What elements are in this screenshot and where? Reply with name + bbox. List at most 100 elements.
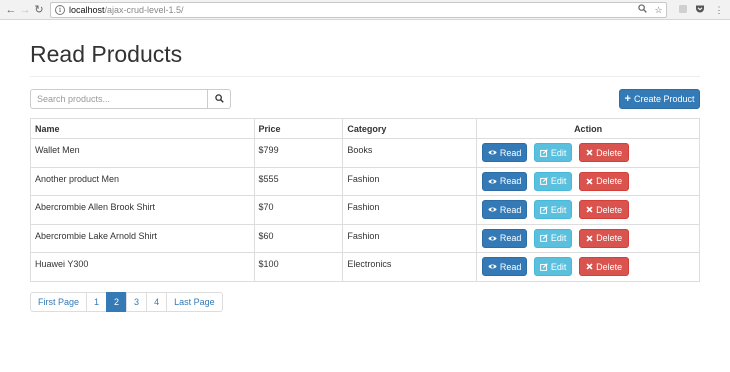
page-link[interactable]: 4 (146, 292, 168, 312)
forward-arrow-icon[interactable]: → (18, 3, 32, 17)
read-button[interactable]: Read (482, 228, 528, 248)
edit-label: Edit (550, 233, 567, 244)
product-actions: Read Edit Delete (476, 223, 700, 253)
create-product-button[interactable]: + Create Product (619, 89, 700, 109)
read-label: Read (499, 204, 522, 215)
product-category: Fashion (342, 195, 478, 225)
delete-button[interactable]: Delete (579, 200, 630, 220)
delete-label: Delete (596, 204, 623, 215)
edit-label: Edit (550, 204, 567, 215)
divider (30, 76, 700, 77)
edit-button[interactable]: Edit (534, 143, 573, 163)
table-row: Huawei Y300 $100 Electronics Read Edit Delete (30, 252, 700, 282)
product-price: $60 (253, 223, 344, 253)
url-path: /ajax-crud-level-1.5/ (104, 5, 184, 15)
eye-icon (488, 206, 497, 213)
search-icon (214, 93, 224, 105)
address-bar[interactable]: i localhost/ajax-crud-level-1.5/ ☆ (50, 2, 667, 18)
search-input[interactable] (30, 89, 208, 109)
back-arrow-icon[interactable]: ← (4, 3, 18, 17)
eye-icon (488, 263, 497, 270)
table-header-row: Name Price Category Action (30, 118, 700, 139)
create-product-label: Create Product (633, 94, 695, 104)
product-category: Electronics (342, 252, 478, 282)
close-icon (586, 263, 593, 270)
product-actions: Read Edit Delete (476, 195, 700, 225)
product-price: $799 (253, 138, 344, 168)
delete-button[interactable]: Delete (579, 228, 630, 248)
edit-button[interactable]: Edit (534, 228, 573, 248)
page-link[interactable]: 2 (106, 292, 128, 312)
edit-button[interactable]: Edit (534, 171, 573, 191)
product-name: Another product Men (30, 166, 255, 196)
read-label: Read (499, 147, 522, 158)
menu-dots-icon[interactable]: ⋮ (713, 4, 725, 16)
extension-icon[interactable] (677, 4, 689, 16)
table-row: Wallet Men $799 Books Read Edit Delete (30, 138, 700, 168)
product-price: $100 (253, 252, 344, 282)
read-button[interactable]: Read (482, 143, 528, 163)
table-row: Another product Men $555 Fashion Read Edit De… (30, 166, 700, 196)
reload-icon[interactable]: ↻ (32, 3, 46, 17)
search-button[interactable] (208, 89, 231, 109)
edit-icon (540, 234, 548, 243)
page-link[interactable]: 3 (126, 292, 148, 312)
pocket-icon[interactable] (694, 4, 706, 16)
edit-icon (540, 205, 548, 214)
delete-button[interactable]: Delete (579, 143, 630, 163)
close-icon (586, 235, 593, 242)
product-actions: Read Edit Delete (476, 252, 700, 282)
url-text: localhost/ajax-crud-level-1.5/ (69, 4, 184, 17)
product-category: Books (342, 138, 478, 168)
url-host: localhost (69, 5, 105, 15)
delete-button[interactable]: Delete (579, 171, 630, 191)
delete-label: Delete (596, 261, 623, 272)
read-label: Read (499, 261, 522, 272)
eye-icon (488, 178, 497, 185)
product-category: Fashion (342, 166, 478, 196)
product-actions: Read Edit Delete (476, 166, 700, 196)
close-icon (586, 178, 593, 185)
delete-label: Delete (596, 147, 623, 158)
page-link[interactable]: Last Page (166, 292, 223, 312)
zoom-icon[interactable] (636, 4, 649, 17)
header-action: Action (476, 118, 700, 139)
header-category: Category (342, 118, 478, 139)
read-label: Read (499, 233, 522, 244)
page-link[interactable]: First Page (30, 292, 88, 312)
edit-button[interactable]: Edit (534, 257, 573, 277)
read-button[interactable]: Read (482, 171, 528, 191)
close-icon (586, 149, 593, 156)
plus-icon: + (624, 93, 631, 105)
search-form (30, 89, 231, 109)
delete-label: Delete (596, 176, 623, 187)
pagination: First Page 1 2 3 4 Last Page (30, 292, 223, 312)
close-icon (586, 206, 593, 213)
product-price: $555 (253, 166, 344, 196)
table-body: Wallet Men $799 Books Read Edit Delete Another… (30, 138, 700, 282)
delete-button[interactable]: Delete (579, 257, 630, 277)
read-button[interactable]: Read (482, 257, 528, 277)
product-name: Abercrombie Lake Arnold Shirt (30, 223, 255, 253)
table-row: Abercrombie Allen Brook Shirt $70 Fashion R… (30, 195, 700, 225)
edit-icon (540, 262, 548, 271)
table-row: Abercrombie Lake Arnold Shirt $60 Fashion R… (30, 223, 700, 253)
eye-icon (488, 235, 497, 242)
header-name: Name (30, 118, 255, 139)
product-price: $70 (253, 195, 344, 225)
product-name: Abercrombie Allen Brook Shirt (30, 195, 255, 225)
edit-icon (540, 148, 548, 157)
read-button[interactable]: Read (482, 200, 528, 220)
delete-label: Delete (596, 233, 623, 244)
info-icon[interactable]: i (55, 5, 65, 15)
browser-toolbar: ← → ↻ i localhost/ajax-crud-level-1.5/ ☆… (0, 0, 730, 20)
bookmark-star-icon[interactable]: ☆ (652, 4, 665, 17)
product-actions: Read Edit Delete (476, 138, 700, 168)
edit-label: Edit (550, 261, 567, 272)
products-table: Name Price Category Action Wallet Men $79… (30, 118, 700, 282)
page-link[interactable]: 1 (86, 292, 108, 312)
eye-icon (488, 149, 497, 156)
read-label: Read (499, 176, 522, 187)
edit-button[interactable]: Edit (534, 200, 573, 220)
edit-label: Edit (550, 176, 567, 187)
